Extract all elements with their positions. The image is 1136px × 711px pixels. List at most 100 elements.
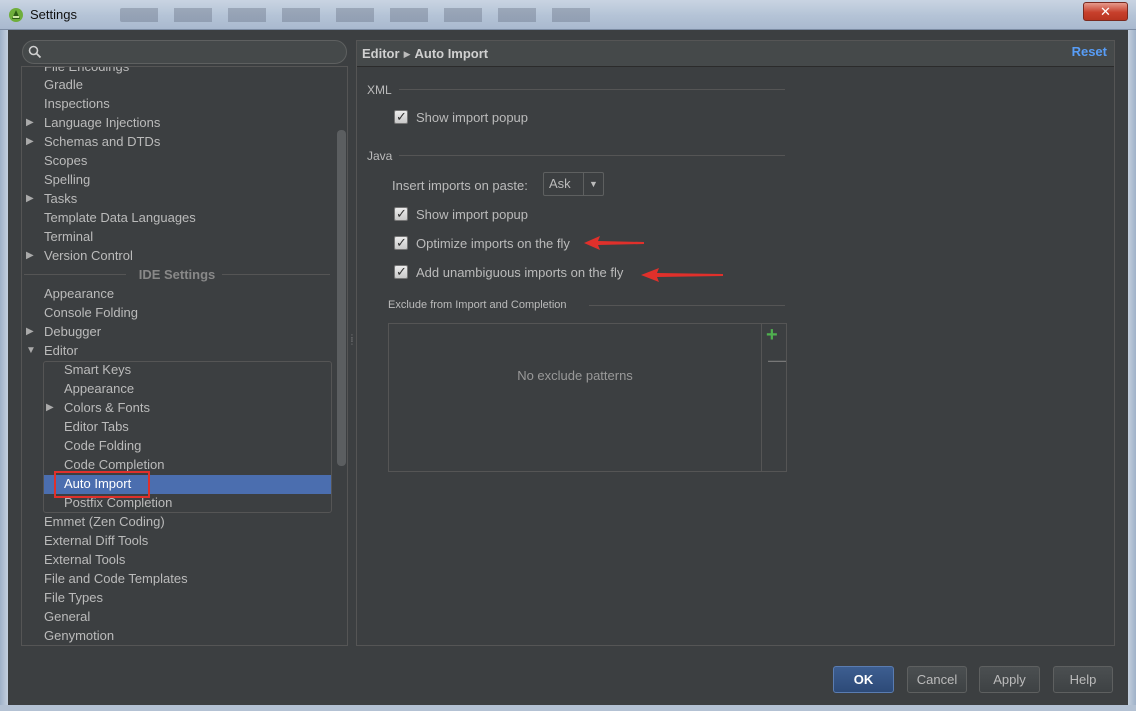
exclude-patterns-list[interactable]: No exclude patterns + — (388, 323, 787, 472)
tree-item-label: File and Code Templates (44, 571, 188, 586)
checkbox-checked[interactable] (394, 108, 408, 126)
tree-item-label: Emmet (Zen Coding) (44, 514, 165, 529)
tree-item-language-injections[interactable]: ▶ Language Injections (24, 113, 160, 132)
tree-item-inspections[interactable]: Inspections (44, 94, 110, 113)
tree-item-label: Inspections (44, 96, 110, 111)
checkbox-label: Show import popup (416, 110, 529, 125)
section-divider (24, 274, 126, 275)
chevron-down-icon[interactable]: ▼ (583, 173, 603, 195)
panel-header: Editor ▶ Auto Import Reset (357, 41, 1114, 67)
tree-item-editor-tabs[interactable]: Editor Tabs (64, 417, 129, 436)
tree-item-terminal[interactable]: Terminal (44, 227, 93, 246)
apply-button[interactable]: Apply (979, 666, 1040, 693)
xml-group-title: XML (367, 83, 392, 97)
tree-item-editor[interactable]: ▼ Editor (24, 341, 78, 360)
tree-item-label: Debugger (44, 324, 102, 339)
tree-item-label: External Tools (44, 552, 126, 567)
tree-item-label: Template Data Languages (44, 210, 196, 225)
checkbox-label: Add unambiguous imports on the fly (416, 265, 624, 280)
android-studio-icon (9, 8, 23, 22)
tree-item-emmet[interactable]: Emmet (Zen Coding) (44, 512, 165, 531)
tree-item-colors-and-fonts[interactable]: ▶ Colors & Fonts (44, 398, 150, 417)
ok-button[interactable]: OK (833, 666, 894, 693)
section-label: IDE Settings (138, 267, 216, 282)
help-button[interactable]: Help (1053, 666, 1113, 693)
annotation-arrow-icon (584, 236, 644, 250)
breadcrumb-current: Auto Import (414, 46, 489, 61)
insert-imports-label: Insert imports on paste: (392, 178, 528, 193)
tree-item-label: Gradle (44, 77, 84, 92)
tree-item-schemas-and-dtds[interactable]: ▶ Schemas and DTDs (24, 132, 160, 151)
breadcrumb-parent: Editor (362, 46, 400, 61)
group-divider (399, 155, 785, 156)
tree-item-label: Schemas and DTDs (44, 134, 161, 149)
tree-item-label: Scopes (44, 153, 88, 168)
tree-item-spelling[interactable]: Spelling (44, 170, 90, 189)
tree-item-file-and-code-templates[interactable]: File and Code Templates (44, 569, 188, 588)
tree-item-label: Tasks (44, 191, 78, 206)
tree-item-scopes[interactable]: Scopes (44, 151, 87, 170)
tree-section-ide-settings: IDE Settings (22, 265, 332, 284)
window-title: Settings (30, 7, 77, 22)
remove-icon[interactable]: — (768, 350, 786, 370)
tree-item-console-folding[interactable]: Console Folding (44, 303, 138, 322)
settings-search-input[interactable] (22, 40, 347, 64)
expand-arrow-icon[interactable]: ▶ (26, 189, 34, 208)
tree-item-label: Code Folding (64, 438, 142, 453)
expand-arrow-icon[interactable]: ▶ (26, 322, 34, 341)
tree-item-code-folding[interactable]: Code Folding (64, 436, 141, 455)
tree-item-external-tools[interactable]: External Tools (44, 550, 125, 569)
tree-item-label: Console Folding (44, 305, 138, 320)
tree-item-debugger[interactable]: ▶ Debugger (24, 322, 101, 341)
tree-item-version-control[interactable]: ▶ Version Control (24, 246, 133, 265)
background-tabs (120, 8, 600, 22)
tree-item-gradle[interactable]: Gradle (44, 75, 83, 94)
tree-item-label: File Types (44, 590, 104, 605)
tree-item-label: General (44, 609, 91, 624)
breadcrumb-separator-icon: ▶ (403, 49, 411, 59)
tree-item-label: Smart Keys (64, 362, 132, 377)
tree-item-external-diff-tools[interactable]: External Diff Tools (44, 531, 148, 550)
tree-item-editor-appearance[interactable]: Appearance (64, 379, 134, 398)
tree-item-label: Appearance (64, 381, 135, 396)
window-frame-right (1128, 30, 1136, 711)
breadcrumb: Editor ▶ Auto Import (362, 46, 488, 61)
tree-item-template-data-languages[interactable]: Template Data Languages (44, 208, 196, 227)
collapse-arrow-icon[interactable]: ▼ (26, 341, 36, 360)
tree-item-label: Code Completion (64, 457, 165, 472)
tree-item-smart-keys[interactable]: Smart Keys (64, 360, 131, 379)
expand-arrow-icon[interactable]: ▶ (26, 113, 34, 132)
tree-item-general[interactable]: General (44, 607, 90, 626)
tree-item-label: External Diff Tools (44, 533, 149, 548)
tree-item-genymotion[interactable]: Genymotion (44, 626, 114, 645)
tree-item-file-types[interactable]: File Types (44, 588, 103, 607)
tree-item-appearance[interactable]: Appearance (44, 284, 114, 303)
tree-item-tasks[interactable]: ▶ Tasks (24, 189, 77, 208)
reset-link[interactable]: Reset (1072, 44, 1107, 59)
tree-item-label: Spelling (44, 172, 91, 187)
expand-arrow-icon[interactable]: ▶ (26, 132, 34, 151)
insert-imports-select[interactable]: Ask ▼ (543, 172, 604, 196)
select-value: Ask (549, 176, 571, 191)
checkbox-checked[interactable] (394, 234, 408, 252)
tree-item-label: Colors & Fonts (64, 400, 150, 415)
empty-list-text: No exclude patterns (517, 368, 633, 383)
cancel-button[interactable]: Cancel (907, 666, 967, 693)
tree-item-label: Editor Tabs (64, 419, 129, 434)
expand-arrow-icon[interactable]: ▶ (26, 246, 34, 265)
checkbox-checked[interactable] (394, 263, 408, 281)
splitter-handle[interactable]: ⋮ ⋮ (348, 334, 356, 348)
title-bar: Settings ✕ (0, 0, 1136, 30)
section-divider (222, 274, 330, 275)
add-icon[interactable]: + (766, 325, 778, 345)
exclude-group-title: Exclude from Import and Completion (388, 299, 567, 311)
tree-scrollbar[interactable] (337, 130, 346, 466)
list-toolbar: + — (761, 324, 786, 471)
window-frame-left (0, 30, 8, 711)
auto-import-panel: Editor▶Auto Import Reset XML Show import… (356, 40, 1115, 646)
settings-tree[interactable]: File Encodings Gradle Inspections ▶ Langu… (21, 66, 348, 646)
close-button[interactable]: ✕ (1083, 2, 1128, 21)
checkbox-checked[interactable] (394, 205, 408, 223)
expand-arrow-icon[interactable]: ▶ (46, 398, 54, 417)
tree-item-label: Version Control (44, 248, 133, 263)
